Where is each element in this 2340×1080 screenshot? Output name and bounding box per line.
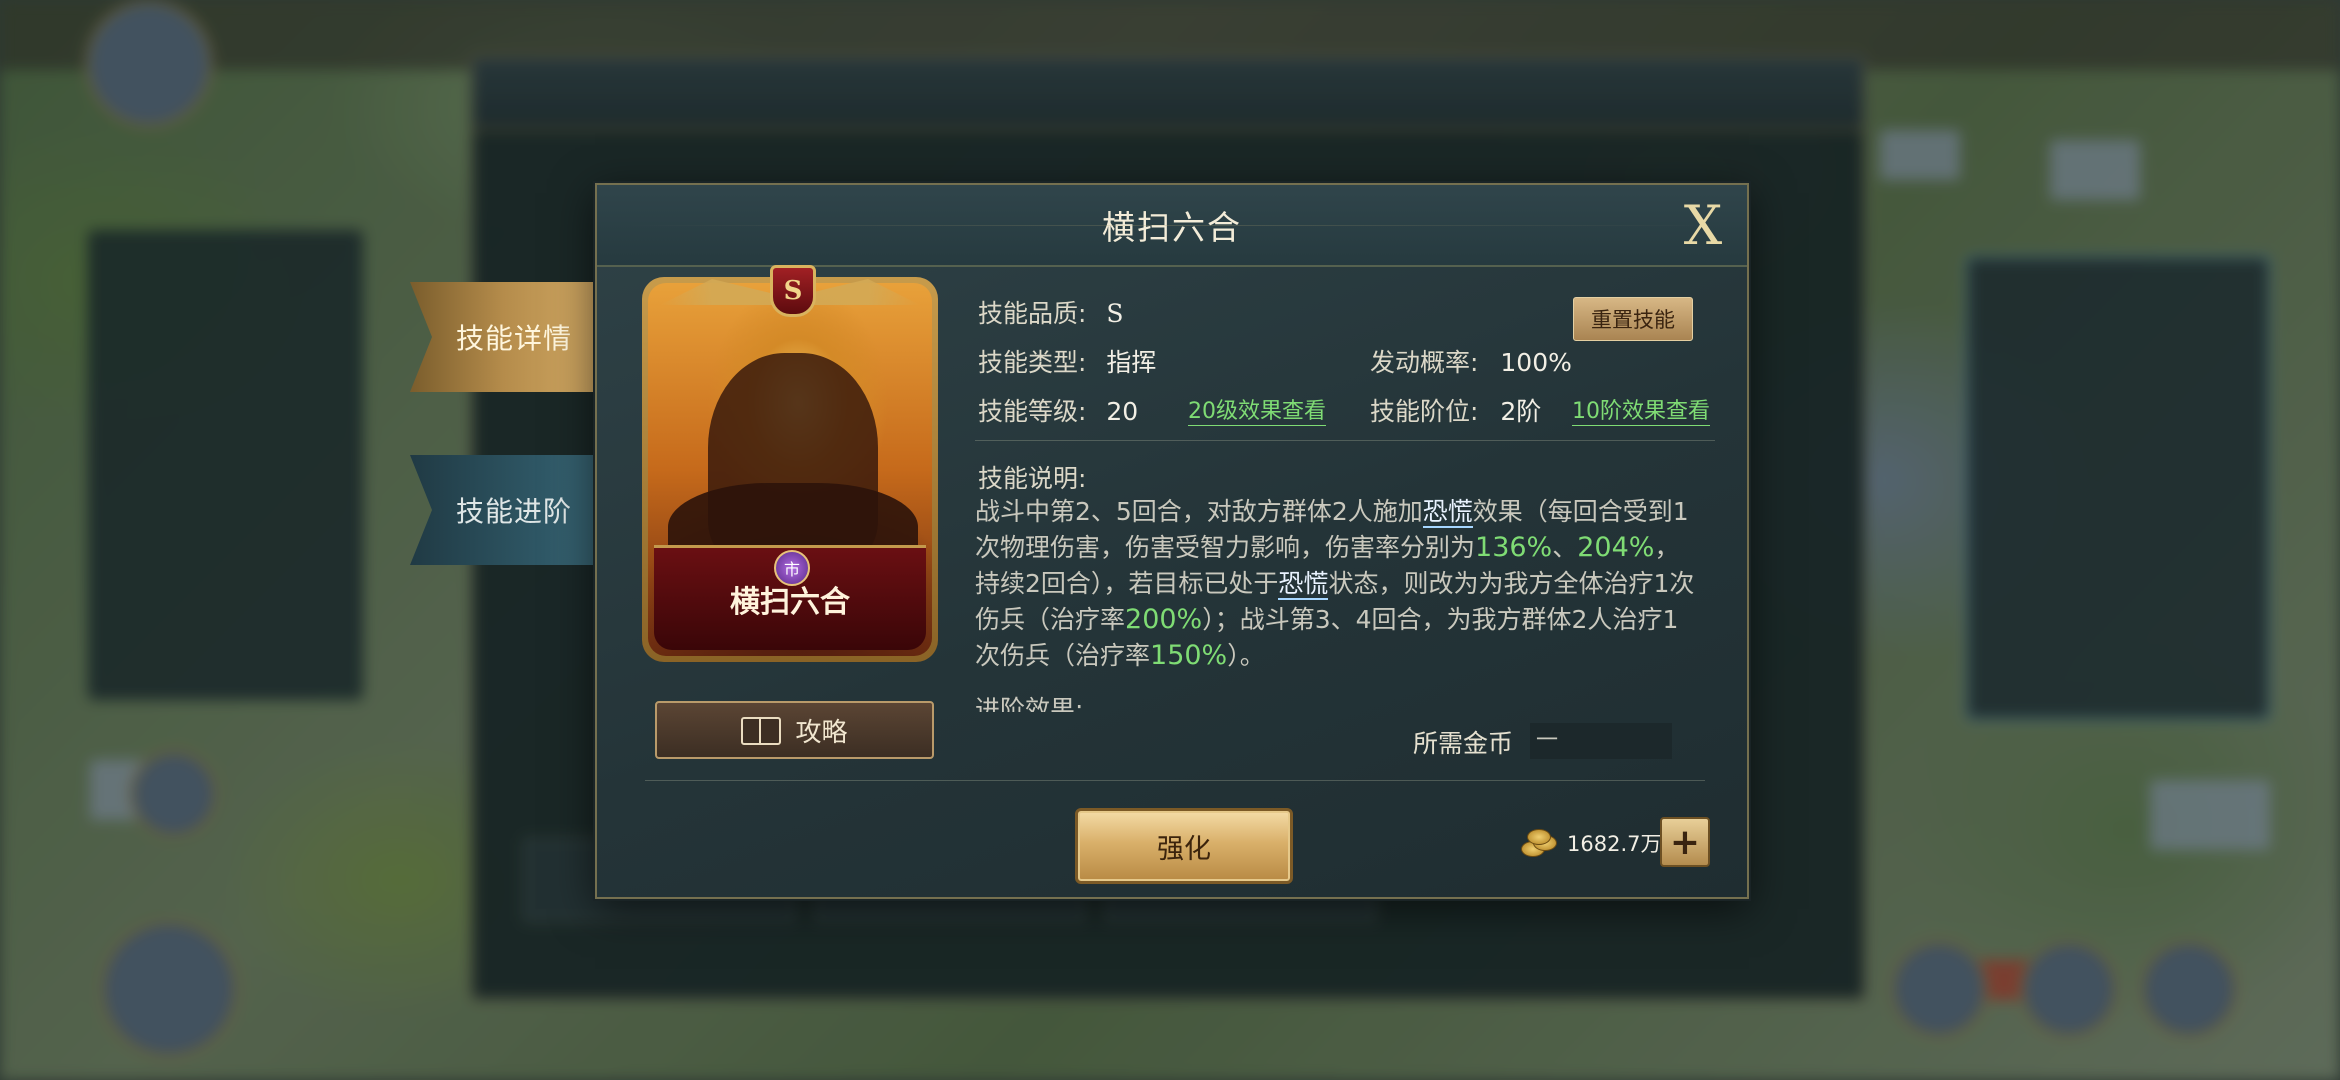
skill-card: 横扫六合 S 市: [642, 265, 938, 665]
level-effect-link[interactable]: 20级效果查看: [1188, 393, 1326, 426]
reset-skill-label: 重置技能: [1591, 308, 1675, 332]
dialog-titlebar: 横扫六合 X: [597, 185, 1747, 267]
keyword-panic[interactable]: 恐慌: [1422, 497, 1473, 528]
coin-balance: 1682.7万: [1567, 832, 1662, 856]
trigger-label: 发动概率:: [1370, 348, 1479, 377]
desc-text: ）。: [1227, 641, 1265, 670]
tier-effect-link[interactable]: 10阶效果查看: [1572, 393, 1710, 426]
gold-required-value: 一: [1530, 723, 1672, 759]
guide-button-label: 攻略: [795, 717, 848, 748]
tier-value: 2阶: [1500, 397, 1542, 426]
trigger-row: 发动概率: 100%: [1370, 343, 1572, 379]
heal-rate-value: 150%: [1150, 640, 1228, 671]
divider: [975, 440, 1715, 441]
tab-label: 技能详情: [455, 322, 572, 355]
type-label: 技能类型:: [978, 348, 1087, 377]
keyword-panic[interactable]: 恐慌: [1278, 569, 1329, 600]
enhance-button[interactable]: 强化: [1075, 808, 1293, 884]
guide-button[interactable]: 攻略: [655, 701, 934, 759]
title-ornament: [627, 225, 1717, 226]
trigger-value: 100%: [1500, 348, 1572, 377]
level-row: 技能等级: 20: [978, 392, 1138, 428]
gold-required-label: 所需金币: [1413, 729, 1514, 758]
enhance-button-label: 强化: [1157, 833, 1211, 865]
reset-skill-button[interactable]: 重置技能: [1573, 297, 1693, 341]
level-value: 20: [1106, 397, 1139, 426]
skill-artwork: 横扫六合: [648, 283, 932, 656]
book-icon: [741, 715, 782, 745]
tier-row: 技能阶位: 2阶: [1370, 392, 1541, 428]
tab-skill-details[interactable]: 技能详情: [410, 282, 618, 392]
heal-rate-value: 200%: [1125, 604, 1203, 635]
damage-rate-value: 136%: [1475, 532, 1553, 563]
card-frame: 横扫六合: [642, 277, 938, 662]
plus-icon: +: [1669, 821, 1701, 863]
tab-label: 技能进阶: [455, 495, 572, 528]
damage-rate-value: 204%: [1577, 532, 1655, 563]
rank-s-badge-icon: S: [770, 265, 816, 317]
divider: [645, 780, 1705, 781]
type-value: 指挥: [1106, 348, 1157, 377]
desc-text: 、: [1552, 533, 1578, 562]
type-row: 技能类型: 指挥: [978, 343, 1156, 379]
desc-text: 战斗中第2、5回合，对敌方群体2人施加: [975, 497, 1423, 526]
close-icon: X: [1683, 193, 1723, 257]
tier-label: 技能阶位:: [1370, 397, 1479, 426]
close-button[interactable]: X: [1673, 194, 1733, 257]
description-label: 技能说明:: [978, 464, 1087, 493]
tab-skill-advance[interactable]: 技能进阶: [410, 455, 618, 565]
quality-value: S: [1106, 299, 1124, 328]
gem-icon: 市: [774, 550, 810, 586]
quality-label: 技能品质:: [978, 299, 1087, 328]
level-label: 技能等级:: [978, 397, 1087, 426]
gold-coins-icon: [1521, 829, 1559, 857]
advance-effect-label: 进阶效果:: [975, 695, 1084, 712]
add-coins-button[interactable]: +: [1660, 817, 1710, 867]
skill-description: 战斗中第2、5回合，对敌方群体2人施加恐慌效果（每回合受到1次物理伤害，伤害受智…: [975, 494, 1695, 674]
quality-row: 技能品质: S: [978, 294, 1124, 330]
